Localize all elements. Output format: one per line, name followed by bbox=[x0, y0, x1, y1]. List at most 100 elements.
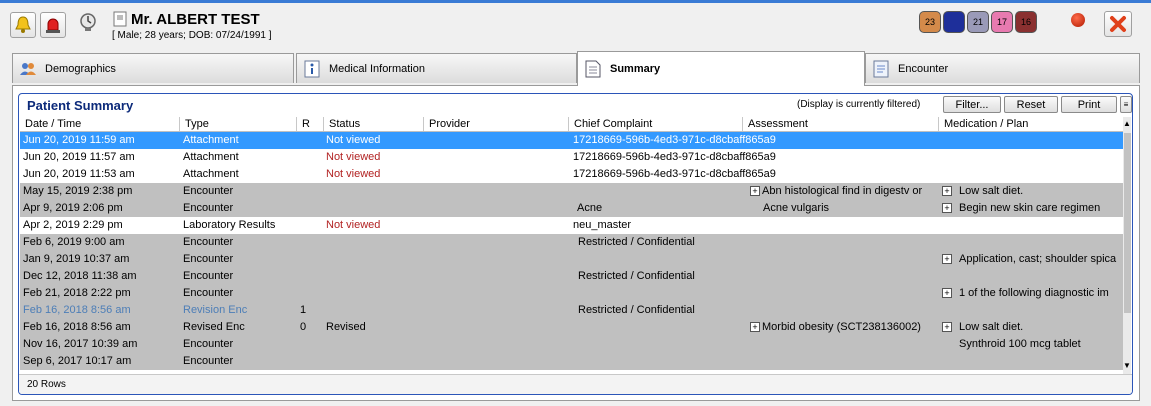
row-chief-complaint: 17218669-596b-4ed3-971c-d8cbaff865a9 bbox=[573, 168, 776, 180]
table-row[interactable]: Feb 6, 2019 9:00 am Encounter Restricted… bbox=[20, 234, 1123, 251]
table-row[interactable]: Feb 16, 2018 8:56 am Revision Enc 1 Rest… bbox=[20, 302, 1123, 319]
row-date: Dec 12, 2018 11:38 am bbox=[23, 270, 137, 282]
alert-badge[interactable]: 23 bbox=[919, 11, 941, 33]
expand-icon[interactable]: + bbox=[750, 186, 760, 196]
row-date: Feb 21, 2018 2:22 pm bbox=[23, 287, 131, 299]
alarm-light-icon[interactable] bbox=[40, 12, 66, 38]
close-icon[interactable] bbox=[1104, 11, 1132, 37]
column-header-medication-plan[interactable]: Medication / Plan bbox=[938, 117, 1123, 131]
column-header-r[interactable]: R bbox=[296, 117, 323, 131]
table-row[interactable]: May 15, 2019 2:38 pm Encounter + Abn his… bbox=[20, 183, 1123, 200]
alert-badge[interactable]: 16 bbox=[1015, 11, 1037, 33]
scroll-down-icon[interactable]: ▼ bbox=[1123, 361, 1131, 371]
tab-encounter[interactable]: Encounter bbox=[865, 53, 1140, 83]
patient-demographics: [ Male; 28 years; DOB: 07/24/1991 ] bbox=[112, 30, 272, 41]
expand-icon[interactable]: + bbox=[942, 322, 952, 332]
row-status: Not viewed bbox=[326, 151, 381, 163]
row-date: Feb 16, 2018 8:56 am bbox=[23, 304, 131, 316]
row-chief-complaint: Restricted / Confidential bbox=[578, 304, 695, 316]
window-top-border bbox=[0, 0, 1151, 3]
table-row[interactable]: Feb 21, 2018 2:22 pm Encounter + 1 of th… bbox=[20, 285, 1123, 302]
table-row[interactable]: Jun 20, 2019 11:53 am Attachment Not vie… bbox=[20, 166, 1123, 183]
row-type: Encounter bbox=[183, 236, 234, 248]
row-medication-plan: Low salt diet. bbox=[959, 185, 1024, 197]
alert-badge[interactable]: 21 bbox=[967, 11, 989, 33]
table-row[interactable]: Jun 20, 2019 11:59 am Attachment Not vie… bbox=[20, 132, 1123, 149]
tab-bar: Demographics Medical Information Summary… bbox=[12, 51, 1140, 86]
column-header-type[interactable]: Type bbox=[179, 117, 296, 131]
info-icon bbox=[303, 60, 321, 78]
row-r: 0 bbox=[300, 321, 307, 333]
row-medication-plan: Synthroid 100 mcg tablet bbox=[959, 338, 1081, 350]
row-type: Encounter bbox=[183, 253, 234, 265]
column-header-date[interactable]: Date / Time bbox=[20, 117, 179, 131]
expand-icon[interactable]: + bbox=[942, 288, 952, 298]
row-type: Encounter bbox=[183, 338, 234, 350]
tab-label: Medical Information bbox=[329, 62, 425, 75]
row-chief-complaint: Restricted / Confidential bbox=[578, 236, 695, 248]
row-type: Encounter bbox=[183, 355, 234, 367]
alert-badges: 23 21 17 16 bbox=[919, 11, 1037, 33]
row-date: Feb 6, 2019 9:00 am bbox=[23, 236, 125, 248]
table-row[interactable]: Feb 16, 2018 8:56 am Revised Enc 0 Revis… bbox=[20, 319, 1123, 336]
row-date: Jun 20, 2019 11:57 am bbox=[23, 151, 135, 163]
column-header-assessment[interactable]: Assessment bbox=[742, 117, 938, 131]
status-dot-icon bbox=[1071, 13, 1085, 27]
alert-badge[interactable]: 17 bbox=[991, 11, 1013, 33]
row-type: Revision Enc bbox=[183, 304, 248, 316]
expand-icon[interactable]: + bbox=[942, 254, 952, 264]
patient-name: Mr. ALBERT TEST bbox=[131, 11, 260, 28]
alert-badge[interactable] bbox=[943, 11, 965, 33]
row-date: Apr 2, 2019 2:29 pm bbox=[23, 219, 123, 231]
tab-label: Summary bbox=[610, 63, 661, 75]
row-date: Jan 9, 2019 10:37 am bbox=[23, 253, 130, 265]
column-header-chief-complaint[interactable]: Chief Complaint bbox=[568, 117, 742, 131]
row-date: Feb 16, 2018 8:56 am bbox=[23, 321, 131, 333]
row-medication-plan: Low salt diet. bbox=[959, 321, 1024, 333]
tab-demographics[interactable]: Demographics bbox=[12, 53, 294, 83]
filter-status: (Display is currently filtered) bbox=[797, 99, 921, 110]
table-row[interactable]: Jun 20, 2019 11:57 am Attachment Not vie… bbox=[20, 149, 1123, 166]
row-chief-complaint: Acne bbox=[577, 202, 603, 214]
tab-medical-information[interactable]: Medical Information bbox=[296, 53, 577, 83]
row-medication-plan: 1 of the following diagnostic im bbox=[959, 287, 1109, 299]
row-status: Not viewed bbox=[326, 168, 381, 180]
filter-button[interactable]: Filter... bbox=[943, 96, 1001, 113]
column-header-status[interactable]: Status bbox=[323, 117, 423, 131]
row-type: Attachment bbox=[183, 168, 239, 180]
row-chief-complaint: Restricted / Confidential bbox=[578, 270, 695, 282]
summary-panel: Patient Summary (Display is currently fi… bbox=[12, 85, 1140, 401]
table-row[interactable]: Apr 2, 2019 2:29 pm Laboratory Results N… bbox=[20, 217, 1123, 234]
row-type: Encounter bbox=[183, 202, 234, 214]
row-r: 1 bbox=[300, 304, 307, 316]
row-type: Laboratory Results bbox=[183, 219, 276, 231]
column-header-provider[interactable]: Provider bbox=[423, 117, 568, 131]
table-row[interactable]: Dec 12, 2018 11:38 am Encounter Restrict… bbox=[20, 268, 1123, 285]
expand-icon[interactable]: + bbox=[750, 322, 760, 332]
options-icon[interactable]: ≡ bbox=[1120, 96, 1132, 113]
table-row[interactable]: Nov 16, 2017 10:39 am Encounter Synthroi… bbox=[20, 336, 1123, 353]
scrollbar-thumb[interactable] bbox=[1124, 133, 1131, 313]
reset-button[interactable]: Reset bbox=[1004, 96, 1058, 113]
tab-summary[interactable]: Summary bbox=[577, 51, 865, 86]
row-date: Sep 6, 2017 10:17 am bbox=[23, 355, 132, 367]
print-button[interactable]: Print bbox=[1061, 96, 1117, 113]
expand-icon[interactable]: + bbox=[942, 203, 952, 213]
scroll-up-icon[interactable]: ▲ bbox=[1123, 119, 1131, 129]
expand-icon[interactable]: + bbox=[942, 186, 952, 196]
row-medication-plan: Application, cast; shoulder spica bbox=[959, 253, 1117, 265]
table-row[interactable]: Sep 6, 2017 10:17 am Encounter bbox=[20, 353, 1123, 370]
grid-rows: Jun 20, 2019 11:59 am Attachment Not vie… bbox=[20, 132, 1123, 370]
clock-icon[interactable] bbox=[78, 12, 98, 32]
row-chief-complaint: 17218669-596b-4ed3-971c-d8cbaff865a9 bbox=[573, 151, 776, 163]
bell-icon[interactable] bbox=[10, 12, 36, 38]
summary-grid: Date / Time Type R Status Provider Chief… bbox=[20, 117, 1131, 374]
vertical-scrollbar[interactable]: ▲ ▼ bbox=[1123, 117, 1131, 374]
row-type: Attachment bbox=[183, 151, 239, 163]
row-date: May 15, 2019 2:38 pm bbox=[23, 185, 133, 197]
row-medication-plan: Begin new skin care regimen bbox=[959, 202, 1101, 214]
row-date: Jun 20, 2019 11:53 am bbox=[23, 168, 135, 180]
table-row[interactable]: Jan 9, 2019 10:37 am Encounter + Applica… bbox=[20, 251, 1123, 268]
table-row[interactable]: Apr 9, 2019 2:06 pm Encounter Acne Acne … bbox=[20, 200, 1123, 217]
grid-footer: 20 Rows bbox=[19, 374, 1132, 394]
